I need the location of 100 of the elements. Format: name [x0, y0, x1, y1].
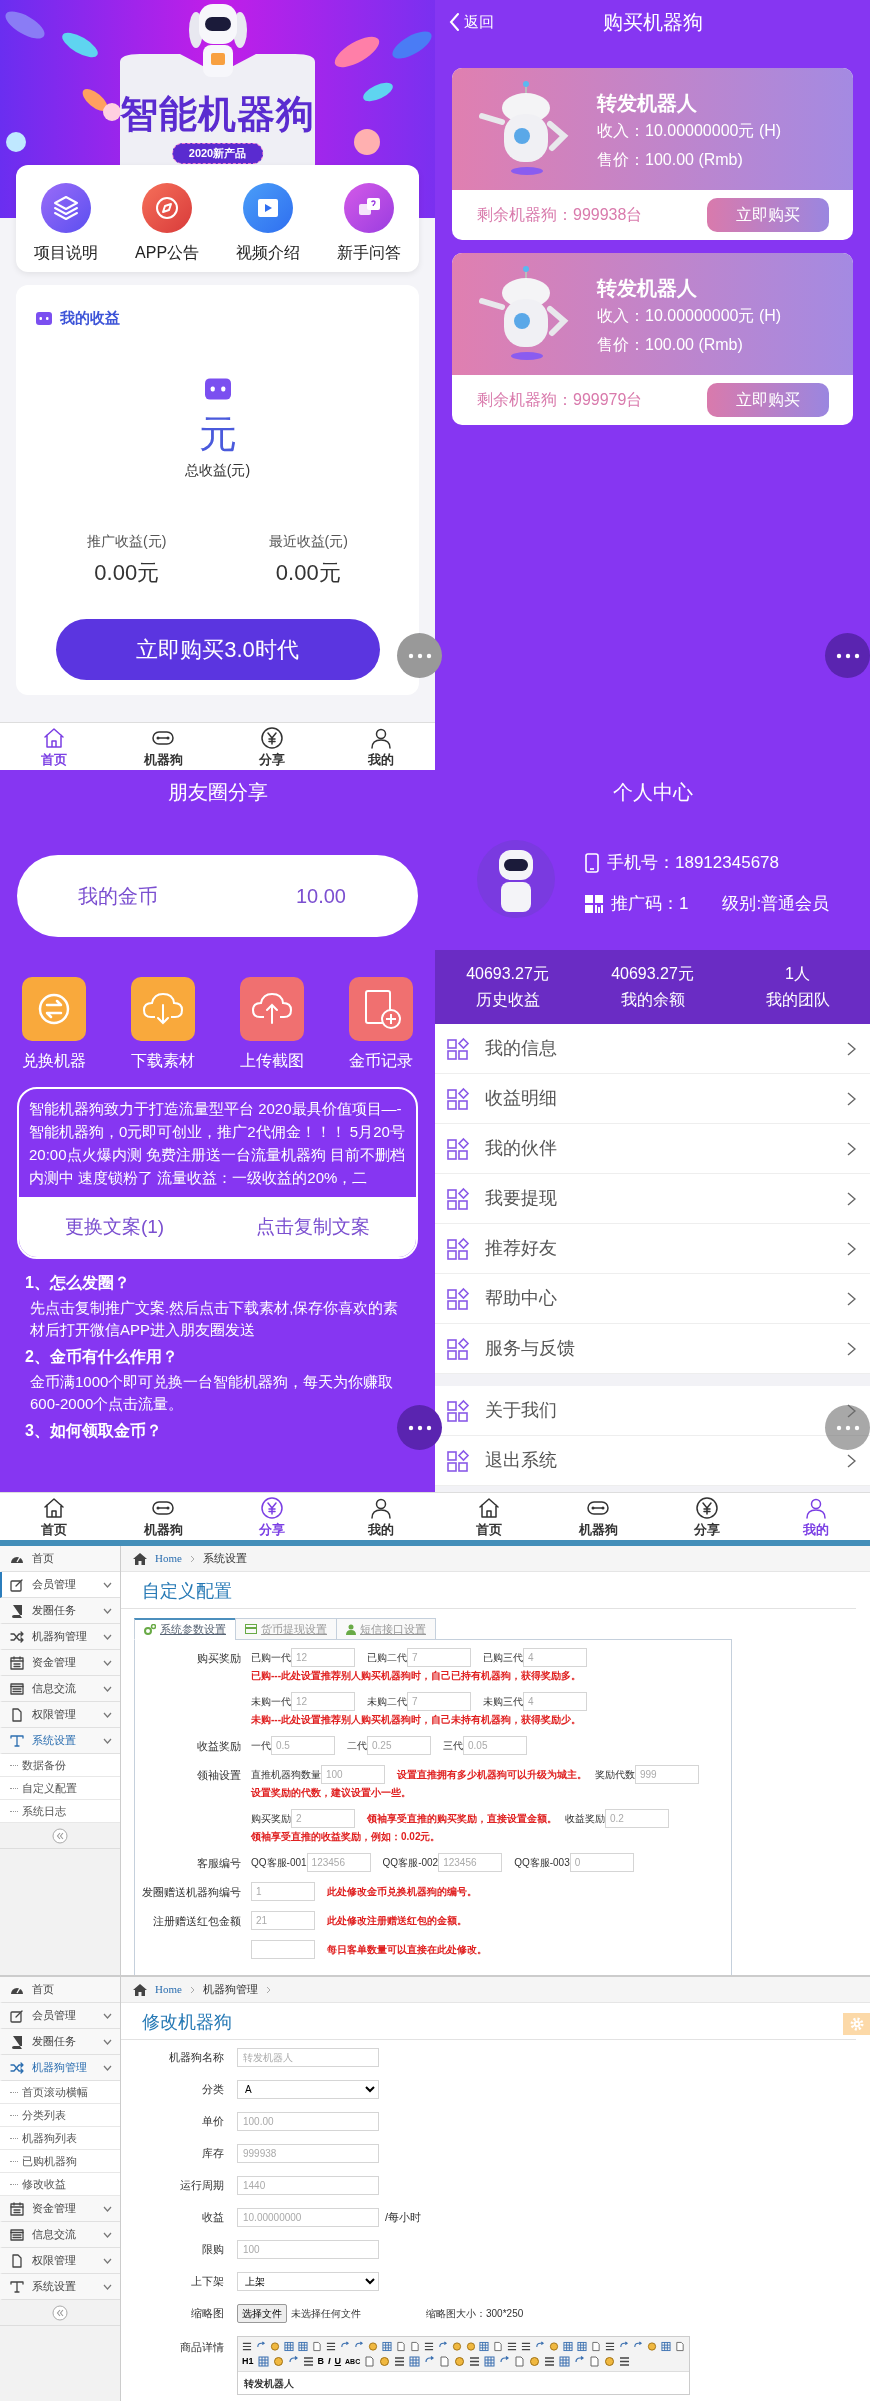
- select-field[interactable]: 上架: [237, 2272, 379, 2291]
- input-field[interactable]: 999938: [237, 2144, 379, 2163]
- nav-tab[interactable]: 机器狗: [108, 1493, 218, 1540]
- input-field[interactable]: 4: [523, 1648, 587, 1667]
- action-item[interactable]: 下载素材: [108, 977, 218, 1073]
- nav-tab[interactable]: 分享: [217, 723, 327, 770]
- nav-tab[interactable]: 我的: [761, 1493, 870, 1540]
- sidebar-item[interactable]: 系统设置: [0, 1728, 120, 1754]
- sidebar-subitem[interactable]: 系统日志: [0, 1800, 120, 1823]
- sidebar-item[interactable]: 机器狗管理: [0, 1624, 120, 1650]
- back-link[interactable]: 返回: [449, 10, 494, 34]
- home-link[interactable]: Home: [155, 1981, 182, 1998]
- nav-tab[interactable]: 首页: [0, 1493, 109, 1540]
- menu-row[interactable]: 我的伙伴: [435, 1124, 870, 1174]
- input-field[interactable]: 1: [251, 1882, 315, 1901]
- unit-text: /每小时: [385, 2210, 422, 2226]
- input-field[interactable]: 123456: [438, 1853, 503, 1872]
- nav-tab[interactable]: 机器狗: [108, 723, 218, 770]
- menu-row[interactable]: 收益明细: [435, 1074, 870, 1124]
- stat-value: 40693.27元: [611, 965, 694, 983]
- sidebar-subitem[interactable]: 修改收益: [0, 2173, 120, 2196]
- input-field[interactable]: 转发机器人: [237, 2048, 379, 2067]
- file-button[interactable]: 选择文件: [237, 2304, 287, 2323]
- grid-icon: [409, 2356, 421, 2367]
- action-item[interactable]: 兑换机器: [0, 977, 109, 1073]
- sidebar-item[interactable]: 信息交流: [0, 2222, 120, 2248]
- sidebar-item[interactable]: 机器狗管理: [0, 2055, 120, 2081]
- input-field[interactable]: 0.2: [605, 1809, 669, 1828]
- sidebar-subitem[interactable]: 机器狗列表: [0, 2127, 120, 2150]
- sidebar-item[interactable]: 权限管理: [0, 1702, 120, 1728]
- buy-button[interactable]: 立即购买3.0时代: [55, 618, 380, 680]
- menu-row[interactable]: 推荐好友: [435, 1224, 870, 1274]
- sidebar-item[interactable]: 会员管理: [0, 2003, 120, 2029]
- select-field[interactable]: A: [237, 2080, 379, 2099]
- sidebar-item[interactable]: 发圈任务: [0, 1598, 120, 1624]
- nav-tab[interactable]: 我的: [326, 1493, 435, 1540]
- menu-row[interactable]: 帮助中心: [435, 1274, 870, 1324]
- home-link[interactable]: Home: [155, 1550, 182, 1567]
- nav-tab[interactable]: 我的: [326, 723, 435, 770]
- sidebar-item[interactable]: 会员管理: [0, 1572, 120, 1598]
- sidebar-item[interactable]: 系统设置: [0, 2274, 120, 2300]
- sidebar-item[interactable]: 资金管理: [0, 2196, 120, 2222]
- input-field[interactable]: 7: [407, 1692, 471, 1711]
- input-field[interactable]: 7: [407, 1648, 471, 1667]
- menu-item[interactable]: 新手问答: [318, 165, 419, 272]
- sidebar-subitem[interactable]: 首页滚动横幅: [0, 2081, 120, 2104]
- input-field[interactable]: 2: [291, 1809, 355, 1828]
- nav-tab[interactable]: 分享: [652, 1493, 762, 1540]
- input-field[interactable]: 0: [569, 1853, 634, 1872]
- sidebar-subitem[interactable]: 数据备份: [0, 1754, 120, 1777]
- chevron-icon: [103, 1633, 112, 1640]
- menu-row[interactable]: 我的信息: [435, 1024, 870, 1074]
- input-field[interactable]: 10.00000000: [237, 2208, 379, 2227]
- input-field[interactable]: 0.5: [271, 1736, 335, 1755]
- menu-item[interactable]: 项目说明: [16, 165, 117, 272]
- floating-menu[interactable]: [397, 1405, 442, 1450]
- toolbar-button[interactable]: I: [328, 2356, 331, 2367]
- menu-item[interactable]: 视频介绍: [217, 165, 319, 272]
- toolbar-button[interactable]: B: [317, 2356, 324, 2367]
- text-button[interactable]: 更换文案(1): [64, 1212, 165, 1242]
- input-field[interactable]: [251, 1940, 315, 1959]
- add-card-icon: [348, 977, 413, 1041]
- input-field[interactable]: 1440: [237, 2176, 379, 2195]
- sidebar-item[interactable]: 首页: [0, 1977, 120, 2003]
- input-field[interactable]: 999: [635, 1765, 699, 1784]
- sidebar-item[interactable]: 资金管理: [0, 1650, 120, 1676]
- nav-tab[interactable]: 首页: [435, 1493, 544, 1540]
- menu-row[interactable]: 关于我们: [435, 1386, 870, 1436]
- tab[interactable]: 系统参数设置: [134, 1618, 236, 1640]
- toolbar-button[interactable]: U: [334, 2356, 342, 2367]
- menu-item[interactable]: APP公告: [116, 165, 218, 272]
- lines-icon: [605, 2341, 616, 2352]
- action-item[interactable]: 上传截图: [217, 977, 327, 1073]
- menu-row[interactable]: 我要提现: [435, 1174, 870, 1224]
- input-field[interactable]: 100: [237, 2240, 379, 2259]
- sidebar-item[interactable]: 首页: [0, 1546, 120, 1572]
- sidebar-item[interactable]: 权限管理: [0, 2248, 120, 2274]
- nav-tab[interactable]: 机器狗: [543, 1493, 653, 1540]
- input-field[interactable]: 0.25: [367, 1736, 431, 1755]
- action-item[interactable]: 金币记录: [326, 977, 435, 1073]
- input-field[interactable]: 12: [291, 1692, 355, 1711]
- sidebar-subitem[interactable]: 分类列表: [0, 2104, 120, 2127]
- nav-tab[interactable]: 首页: [0, 723, 109, 770]
- input-field[interactable]: 21: [251, 1911, 315, 1930]
- text-button[interactable]: 点击复制文案: [256, 1212, 371, 1242]
- floating-menu[interactable]: [825, 633, 870, 678]
- sidebar-item[interactable]: 信息交流: [0, 1676, 120, 1702]
- input-field[interactable]: 100: [321, 1765, 385, 1784]
- input-field[interactable]: 12: [291, 1648, 355, 1667]
- sidebar-subitem[interactable]: 已购机器狗: [0, 2150, 120, 2173]
- faq-answer: 先点击复制推广文案.然后点击下载素材,保存你喜欢的素材后打开微信APP进入朋友圈发送: [30, 1298, 400, 1340]
- toolbar-button[interactable]: H1: [242, 2356, 254, 2367]
- nav-tab[interactable]: 分享: [217, 1493, 327, 1540]
- input-field[interactable]: 123456: [306, 1853, 371, 1872]
- input-field[interactable]: 100.00: [237, 2112, 379, 2131]
- menu-row[interactable]: 退出系统: [435, 1436, 870, 1486]
- sidebar-subitem[interactable]: 自定义配置: [0, 1777, 120, 1800]
- input-field[interactable]: 0.05: [463, 1736, 527, 1755]
- input-field[interactable]: 4: [523, 1692, 587, 1711]
- sidebar-item[interactable]: 发圈任务: [0, 2029, 120, 2055]
